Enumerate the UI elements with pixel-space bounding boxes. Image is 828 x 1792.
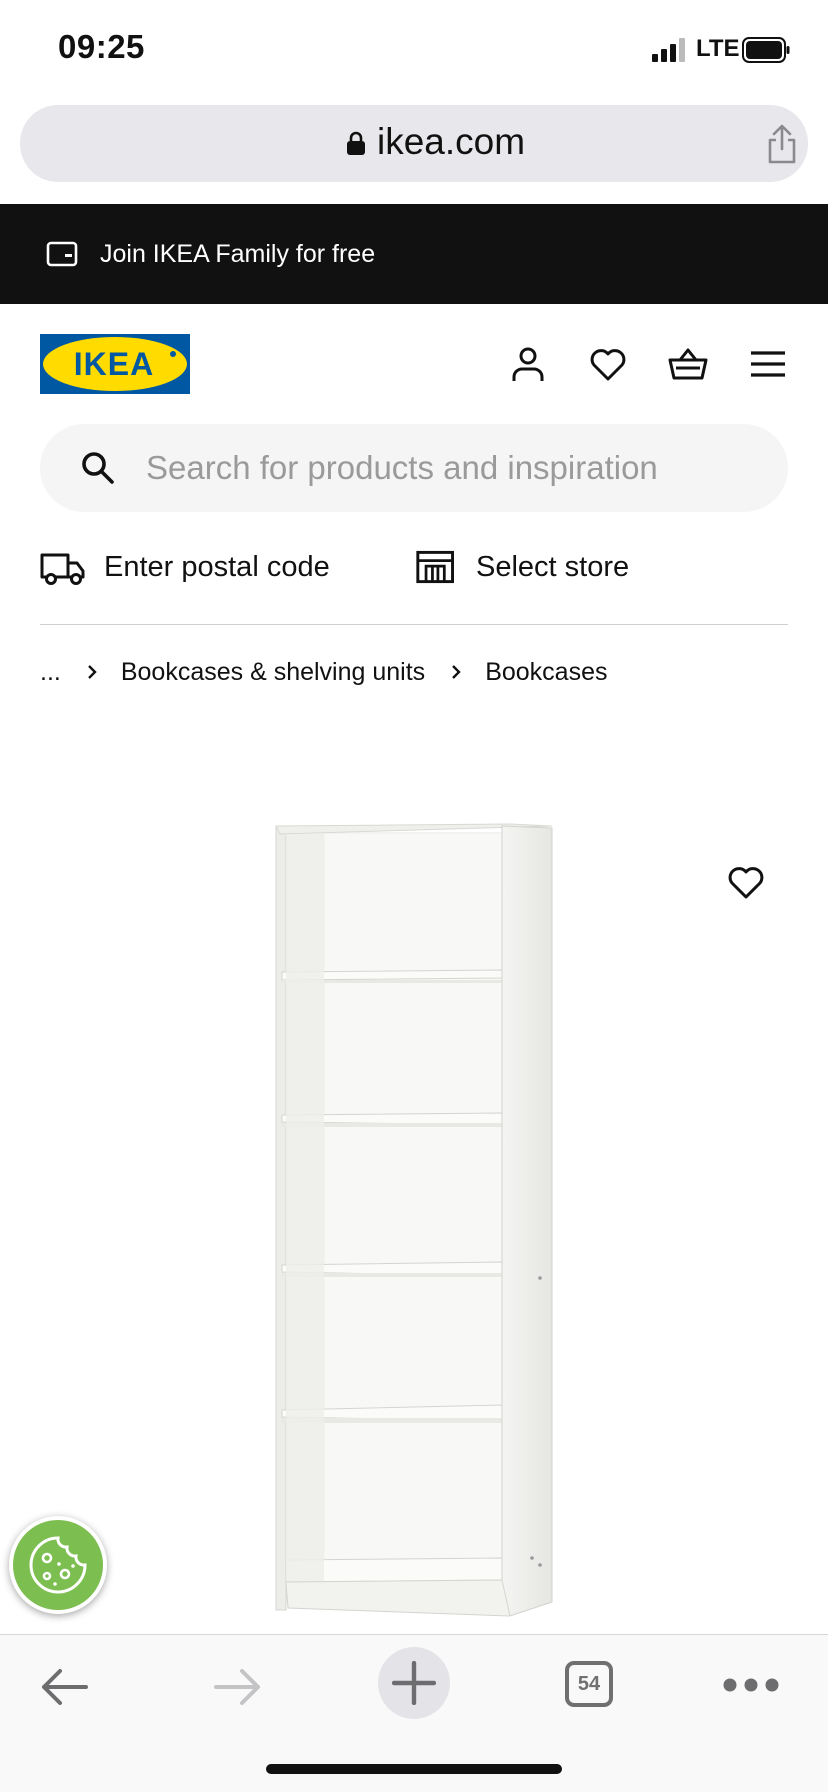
signal-strength-icon [652,38,685,62]
add-to-favourites-button[interactable] [726,862,770,906]
chevron-right-icon [87,665,97,679]
product-image[interactable] [0,720,828,1640]
status-bar: 09:25 LTE [0,0,828,100]
postal-code-selector[interactable]: Enter postal code [40,542,330,592]
promo-text: Join IKEA Family for free [100,240,376,268]
url-bar[interactable]: ikea.com [20,105,808,182]
cookie-settings-button[interactable] [9,1516,107,1614]
heart-icon[interactable] [588,344,628,384]
battery-icon [742,37,790,63]
chevron-right-icon [452,665,461,679]
postal-code-label: Enter postal code [104,550,330,583]
heart-icon [728,867,764,899]
store-label: Select store [476,550,630,583]
plus-icon [392,1661,436,1705]
svg-text:IKEA: IKEA [74,346,154,382]
back-arrow-icon[interactable] [38,1665,90,1709]
bookcase-image [275,823,553,1617]
delivery-truck-icon [40,553,85,585]
breadcrumb-item-bookcases[interactable]: Bookcases [485,658,607,687]
search-bar[interactable] [40,424,788,512]
lock-icon [347,131,365,155]
search-icon [82,452,114,484]
forward-arrow-icon[interactable] [212,1665,264,1709]
breadcrumb-ellipsis[interactable]: ... [40,658,61,687]
more-options-icon[interactable] [722,1677,780,1693]
divider [40,624,788,625]
store-selector[interactable]: Select store [416,542,629,592]
account-icon[interactable] [508,344,548,384]
url-domain: ikea.com [377,121,526,162]
home-indicator[interactable] [266,1764,562,1774]
cookie-icon [29,1536,87,1594]
ikea-logo[interactable]: IKEA [40,334,190,394]
hamburger-menu-icon[interactable] [748,344,788,384]
new-tab-button[interactable] [378,1647,450,1719]
membership-card-icon [46,241,78,267]
search-input[interactable] [146,442,766,494]
basket-icon[interactable] [668,344,708,384]
ikea-family-banner[interactable]: Join IKEA Family for free [0,204,828,304]
breadcrumb: ... Bookcases & shelving units Bookcases [40,654,607,690]
breadcrumb-item-bookcases-shelving[interactable]: Bookcases & shelving units [121,658,425,687]
share-icon[interactable] [765,124,799,164]
tab-switcher-button[interactable]: 54 [565,1661,613,1707]
network-type: LTE [696,35,740,62]
store-icon [416,550,454,584]
status-time: 09:25 [58,28,145,65]
